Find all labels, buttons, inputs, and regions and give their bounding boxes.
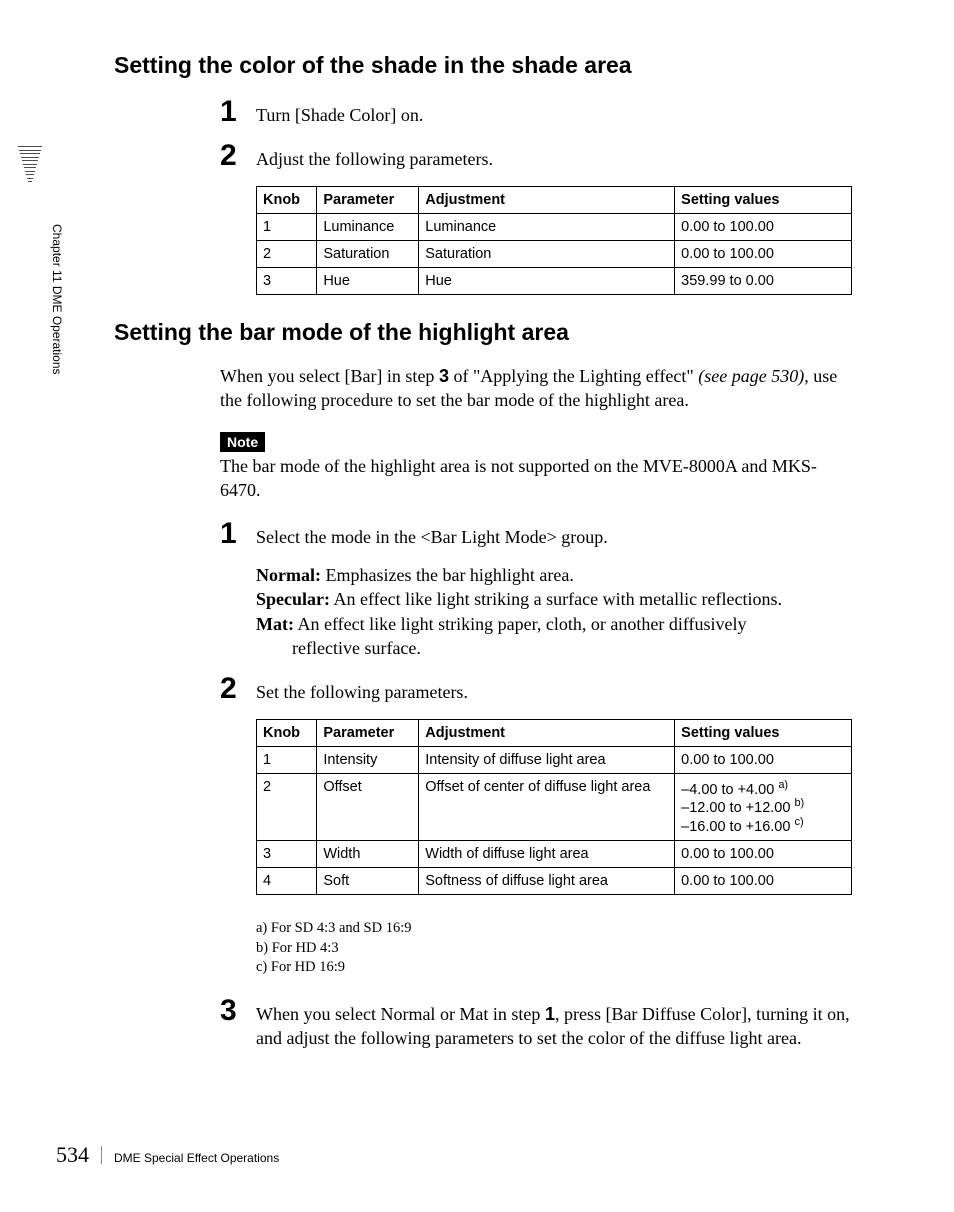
cell-adjust: Saturation	[419, 240, 675, 267]
cell-adjust: Width of diffuse light area	[419, 841, 675, 868]
cell-adjust: Hue	[419, 267, 675, 294]
step-number: 1	[220, 519, 256, 549]
cell-knob: 2	[257, 773, 317, 840]
cell-knob: 3	[257, 267, 317, 294]
table-row: 2 Saturation Saturation 0.00 to 100.00	[257, 240, 852, 267]
section-heading-shade-color: Setting the color of the shade in the sh…	[114, 52, 854, 79]
cell-adjust: Offset of center of diffuse light area	[419, 773, 675, 840]
cell-setting: 359.99 to 0.00	[675, 267, 852, 294]
shade-color-parameter-table: Knob Parameter Adjustment Setting values…	[256, 186, 852, 295]
cell-param: Soft	[317, 868, 419, 895]
table-row: 1 Intensity Intensity of diffuse light a…	[257, 746, 852, 773]
col-header-setting-values: Setting values	[675, 719, 852, 746]
cell-knob: 1	[257, 213, 317, 240]
table-row: 3 Hue Hue 359.99 to 0.00	[257, 267, 852, 294]
cell-adjust: Softness of diffuse light area	[419, 868, 675, 895]
col-header-setting-values: Setting values	[675, 186, 852, 213]
cell-knob: 4	[257, 868, 317, 895]
cell-setting: 0.00 to 100.00	[675, 841, 852, 868]
cell-param: Saturation	[317, 240, 419, 267]
table-header-row: Knob Parameter Adjustment Setting values	[257, 186, 852, 213]
col-header-parameter: Parameter	[317, 719, 419, 746]
page-number: 534	[56, 1142, 89, 1168]
cell-knob: 1	[257, 746, 317, 773]
cell-knob: 3	[257, 841, 317, 868]
cell-setting: 0.00 to 100.00	[675, 240, 852, 267]
cell-setting: 0.00 to 100.00	[675, 213, 852, 240]
cell-setting: 0.00 to 100.00	[675, 868, 852, 895]
table-header-row: Knob Parameter Adjustment Setting values	[257, 719, 852, 746]
note-text: The bar mode of the highlight area is no…	[220, 454, 854, 503]
footer-divider-icon	[101, 1146, 102, 1164]
section-intro-paragraph: When you select [Bar] in step 3 of "Appl…	[220, 364, 854, 413]
col-header-knob: Knob	[257, 719, 317, 746]
cell-param: Width	[317, 841, 419, 868]
chapter-sidebar-label: Chapter 11 DME Operations	[50, 224, 64, 375]
step-text: Turn [Shade Color] on.	[256, 103, 423, 127]
table-row: 1 Luminance Luminance 0.00 to 100.00	[257, 213, 852, 240]
cell-param: Luminance	[317, 213, 419, 240]
table-footnotes: a) For SD 4:3 and SD 16:9 b) For HD 4:3 …	[256, 919, 854, 978]
mode-definition-list: Normal: Emphasizes the bar highlight are…	[256, 563, 854, 660]
cell-setting: 0.00 to 100.00	[675, 746, 852, 773]
step-text: When you select Normal or Mat in step 1,…	[256, 1002, 854, 1051]
step-number: 2	[220, 674, 256, 704]
cell-setting: –4.00 to +4.00 a) –12.00 to +12.00 b) –1…	[675, 773, 852, 840]
footer-section-title: DME Special Effect Operations	[114, 1151, 279, 1165]
binding-decoration-icon	[18, 146, 42, 185]
cell-param: Hue	[317, 267, 419, 294]
col-header-adjustment: Adjustment	[419, 186, 675, 213]
col-header-knob: Knob	[257, 186, 317, 213]
cell-param: Intensity	[317, 746, 419, 773]
cell-adjust: Luminance	[419, 213, 675, 240]
bar-mode-parameter-table: Knob Parameter Adjustment Setting values…	[256, 719, 852, 895]
step-text: Set the following parameters.	[256, 680, 468, 704]
step-number: 1	[220, 97, 256, 127]
col-header-adjustment: Adjustment	[419, 719, 675, 746]
table-row: 4 Soft Softness of diffuse light area 0.…	[257, 868, 852, 895]
section-heading-bar-mode: Setting the bar mode of the highlight ar…	[114, 319, 854, 346]
table-row: 3 Width Width of diffuse light area 0.00…	[257, 841, 852, 868]
step-number: 2	[220, 141, 256, 171]
page-footer: 534 DME Special Effect Operations	[56, 1142, 279, 1168]
step-number: 3	[220, 996, 256, 1026]
step-text: Select the mode in the <Bar Light Mode> …	[256, 525, 608, 549]
cell-knob: 2	[257, 240, 317, 267]
note-badge: Note	[220, 432, 265, 452]
step-text: Adjust the following parameters.	[256, 147, 493, 171]
col-header-parameter: Parameter	[317, 186, 419, 213]
table-row: 2 Offset Offset of center of diffuse lig…	[257, 773, 852, 840]
cell-adjust: Intensity of diffuse light area	[419, 746, 675, 773]
cell-param: Offset	[317, 773, 419, 840]
